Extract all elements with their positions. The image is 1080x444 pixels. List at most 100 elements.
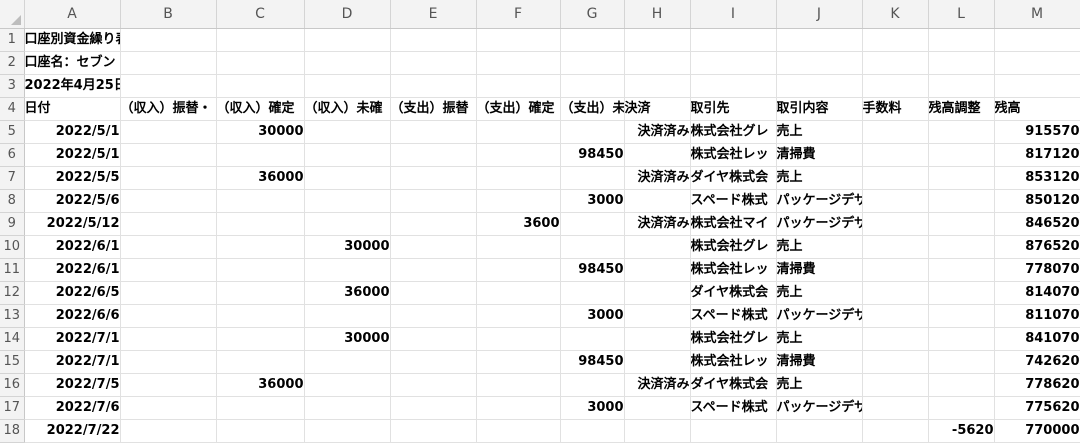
data-cell[interactable] [120, 258, 217, 282]
row-header[interactable]: 1 [0, 28, 25, 52]
data-cell[interactable] [624, 258, 691, 282]
data-cell[interactable] [304, 304, 391, 328]
row-header[interactable]: 14 [0, 327, 25, 351]
data-cell[interactable]: 3000 [560, 396, 625, 420]
data-cell[interactable] [476, 327, 561, 351]
data-cell[interactable]: 30000 [216, 120, 305, 144]
data-cell[interactable] [862, 212, 929, 236]
data-cell[interactable]: 清掃費 [776, 258, 863, 282]
data-cell[interactable] [120, 350, 217, 374]
data-cell[interactable] [216, 350, 305, 374]
data-cell[interactable] [560, 373, 625, 397]
data-cell[interactable] [862, 281, 929, 305]
data-cell[interactable]: 2022/7/22 [24, 419, 121, 443]
data-cell[interactable] [476, 350, 561, 374]
header-cell[interactable]: （収入）未確 [304, 97, 391, 121]
data-cell[interactable]: 2022/5/5 [24, 166, 121, 190]
data-cell[interactable]: 3600 [476, 212, 561, 236]
data-cell[interactable] [390, 212, 477, 236]
data-cell[interactable] [560, 212, 625, 236]
row-header[interactable]: 3 [0, 74, 25, 98]
empty-cell[interactable] [690, 74, 777, 98]
data-cell[interactable] [476, 419, 561, 443]
data-cell[interactable]: 2022/7/6 [24, 396, 121, 420]
empty-cell[interactable] [390, 51, 477, 75]
data-cell[interactable] [476, 281, 561, 305]
data-cell[interactable] [624, 396, 691, 420]
data-cell[interactable] [304, 189, 391, 213]
empty-cell[interactable] [120, 51, 217, 75]
data-cell[interactable]: 36000 [304, 281, 391, 305]
header-cell[interactable]: 取引内容 [776, 97, 863, 121]
data-cell[interactable] [216, 281, 305, 305]
data-cell[interactable] [390, 281, 477, 305]
data-cell[interactable] [928, 373, 995, 397]
data-cell[interactable] [862, 189, 929, 213]
data-cell[interactable] [928, 327, 995, 351]
data-cell[interactable] [862, 235, 929, 259]
data-cell[interactable] [624, 143, 691, 167]
data-cell[interactable] [862, 143, 929, 167]
data-cell[interactable] [862, 327, 929, 351]
data-cell[interactable] [390, 166, 477, 190]
data-cell[interactable]: 36000 [216, 166, 305, 190]
data-cell[interactable]: 850120 [994, 189, 1080, 213]
row-header[interactable]: 5 [0, 120, 25, 144]
data-cell[interactable] [476, 120, 561, 144]
empty-cell[interactable] [560, 51, 625, 75]
data-cell[interactable] [624, 327, 691, 351]
data-cell[interactable] [216, 189, 305, 213]
data-cell[interactable] [560, 120, 625, 144]
row-header[interactable]: 7 [0, 166, 25, 190]
data-cell[interactable]: 決済済み [624, 166, 691, 190]
column-header-d[interactable]: D [304, 0, 391, 29]
empty-cell[interactable] [216, 28, 305, 52]
data-cell[interactable]: ダイヤ株式会 [690, 281, 777, 305]
data-cell[interactable] [120, 212, 217, 236]
data-cell[interactable]: 30000 [304, 235, 391, 259]
data-cell[interactable] [120, 120, 217, 144]
data-cell[interactable] [120, 281, 217, 305]
data-cell[interactable]: 853120 [994, 166, 1080, 190]
data-cell[interactable]: 770000 [994, 419, 1080, 443]
data-cell[interactable]: 決済済み [624, 212, 691, 236]
row-header[interactable]: 11 [0, 258, 25, 282]
data-cell[interactable]: 2022/6/5 [24, 281, 121, 305]
data-cell[interactable]: 30000 [304, 327, 391, 351]
data-cell[interactable]: 915570 [994, 120, 1080, 144]
data-cell[interactable] [216, 327, 305, 351]
header-cell[interactable]: 取引先 [690, 97, 777, 121]
data-cell[interactable] [304, 373, 391, 397]
row-header[interactable]: 12 [0, 281, 25, 305]
data-cell[interactable] [928, 166, 995, 190]
data-cell[interactable] [862, 350, 929, 374]
empty-cell[interactable] [390, 74, 477, 98]
data-cell[interactable] [624, 235, 691, 259]
data-cell[interactable] [304, 120, 391, 144]
data-cell[interactable]: 2022/5/6 [24, 189, 121, 213]
data-cell[interactable] [120, 235, 217, 259]
title-cell[interactable]: 口座別資金繰り表 [24, 28, 121, 52]
data-cell[interactable]: 株式会社グレ [690, 120, 777, 144]
data-cell[interactable] [390, 143, 477, 167]
data-cell[interactable] [560, 419, 625, 443]
data-cell[interactable] [216, 258, 305, 282]
data-cell[interactable]: 2022/7/1 [24, 327, 121, 351]
data-cell[interactable] [390, 189, 477, 213]
column-header-b[interactable]: B [120, 0, 217, 29]
empty-cell[interactable] [560, 74, 625, 98]
row-header[interactable]: 4 [0, 97, 25, 121]
data-cell[interactable]: スペード株式 [690, 396, 777, 420]
empty-cell[interactable] [304, 74, 391, 98]
data-cell[interactable]: 株式会社グレ [690, 235, 777, 259]
data-cell[interactable] [390, 373, 477, 397]
data-cell[interactable] [476, 258, 561, 282]
empty-cell[interactable] [994, 51, 1080, 75]
column-header-j[interactable]: J [776, 0, 863, 29]
header-cell[interactable]: 手数料 [862, 97, 929, 121]
data-cell[interactable]: 775620 [994, 396, 1080, 420]
data-cell[interactable]: 778070 [994, 258, 1080, 282]
data-cell[interactable] [928, 189, 995, 213]
data-cell[interactable]: 2022/6/1 [24, 258, 121, 282]
column-header-c[interactable]: C [216, 0, 305, 29]
